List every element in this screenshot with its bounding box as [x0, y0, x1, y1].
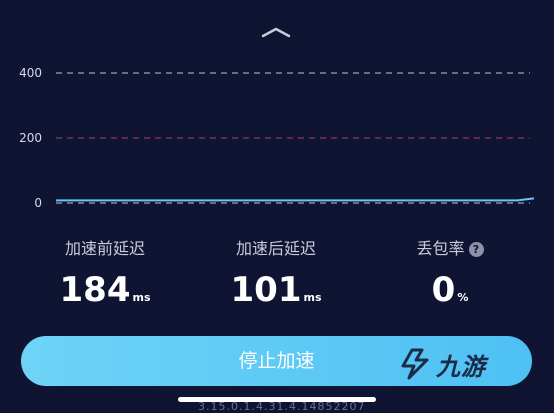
help-icon[interactable]: ? [468, 242, 484, 257]
stat-after-label: 加速后延迟 [235, 239, 316, 258]
latency-series-line-0 [56, 197, 535, 202]
stat-before-unit: ms [132, 291, 151, 304]
stat-loss-value-row: 0% [392, 270, 508, 318]
stat-after-latency: 加速后延迟 101 ms [215, 238, 337, 318]
y-tick-200: 200 [19, 131, 42, 145]
latency-chart: 400 200 0 [19, 66, 535, 210]
stat-after-value-row: 101 ms [215, 270, 337, 318]
watermark-logo: 九游 [398, 344, 538, 384]
y-tick-400: 400 [19, 66, 42, 80]
stat-after-unit: ms [303, 291, 322, 304]
stat-loss-label-row: 丢包率? [392, 238, 508, 260]
chart-grid [56, 72, 530, 204]
stat-before-latency: 加速前延迟 184 ms [44, 238, 166, 318]
watermark-logo-icon [401, 348, 429, 380]
stop-acceleration-label: 停止加速 [238, 350, 315, 372]
stats-panel: 加速前延迟 184 ms 加速后延迟 101 ms 丢包率? 0% [0, 238, 554, 318]
stat-before-label: 加速前延迟 [64, 239, 145, 258]
collapse-chevron-icon[interactable] [260, 24, 292, 40]
chart-series [56, 197, 535, 202]
stat-loss-label: 丢包率 [416, 239, 465, 258]
watermark-text: 九游 [436, 352, 486, 381]
home-indicator[interactable] [178, 397, 376, 402]
stat-before-value: 184 [59, 270, 131, 310]
stat-packet-loss: 丢包率? 0% [392, 238, 508, 318]
stat-before-value-row: 184 ms [44, 270, 166, 318]
stat-loss-value: 0 [431, 270, 456, 310]
stat-after-value: 101 [230, 270, 302, 310]
y-tick-0: 0 [34, 196, 42, 210]
chart-y-axis: 400 200 0 [19, 66, 42, 210]
stat-loss-unit: % [457, 291, 469, 304]
